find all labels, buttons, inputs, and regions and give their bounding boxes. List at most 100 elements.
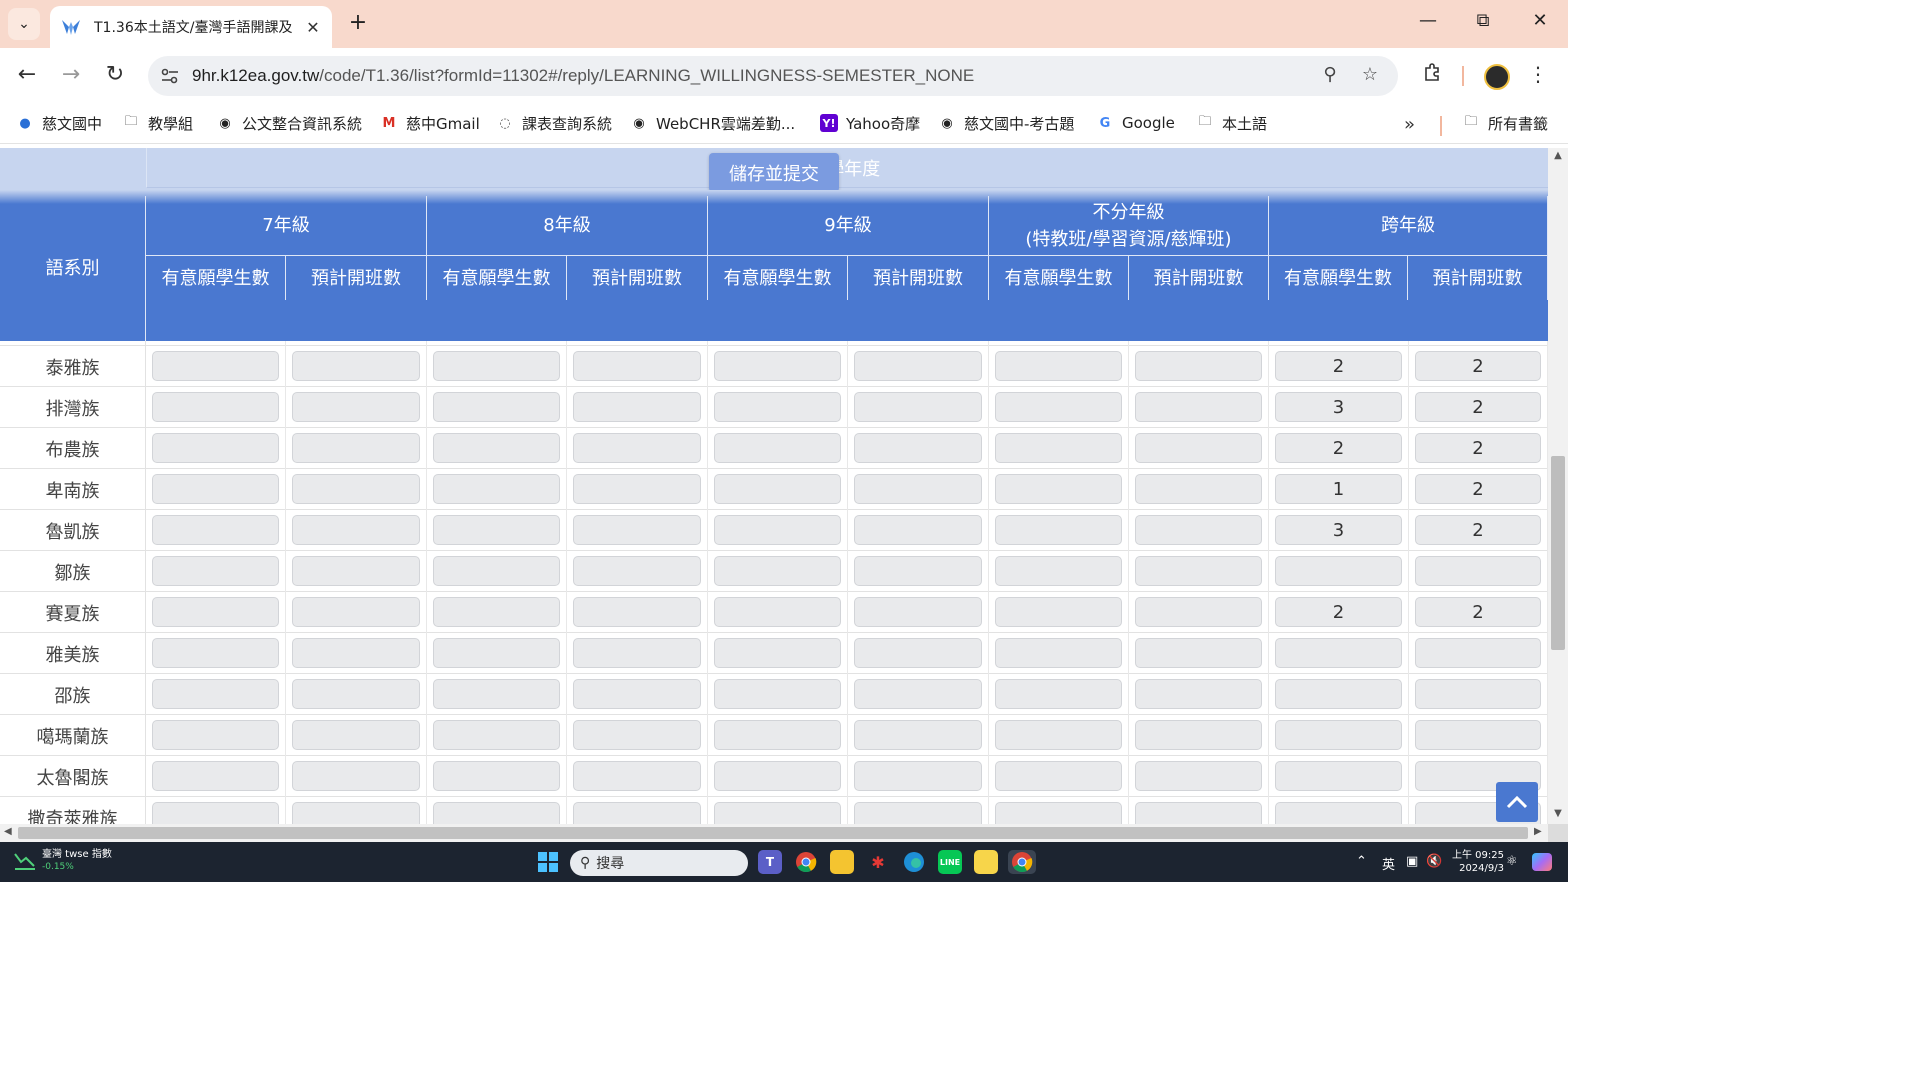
students-count-input[interactable] <box>152 515 279 545</box>
save-submit-button[interactable]: 儲存並提交 <box>709 153 839 192</box>
notification-bell-icon[interactable]: ⚛ <box>1506 854 1518 869</box>
students-count-input[interactable] <box>714 638 841 668</box>
students-count-input[interactable] <box>714 515 841 545</box>
classes-count-input[interactable] <box>1135 802 1262 824</box>
classes-count-input[interactable] <box>854 597 982 627</box>
bookmark-item[interactable]: ◉ 公文整合資訊系統 <box>216 112 362 134</box>
classes-count-input[interactable] <box>573 679 701 709</box>
classes-count-input[interactable] <box>292 556 420 586</box>
students-count-input[interactable] <box>714 433 841 463</box>
extensions-icon[interactable] <box>1418 62 1446 87</box>
network-icon[interactable]: ▣ <box>1406 854 1418 869</box>
address-bar[interactable]: 9hr.k12ea.gov.tw/code/T1.36/list?formId=… <box>148 56 1398 96</box>
classes-count-input[interactable] <box>1135 679 1262 709</box>
bookmark-folder[interactable]: 🗀 本土語 <box>1196 112 1267 134</box>
classes-count-input[interactable] <box>292 761 420 791</box>
all-bookmarks-folder[interactable]: 🗀 所有書籤 <box>1462 112 1548 134</box>
students-count-input[interactable] <box>1275 802 1402 824</box>
students-count-input[interactable] <box>995 515 1122 545</box>
more-bookmarks-icon[interactable]: » <box>1404 114 1415 135</box>
vertical-scroll-thumb[interactable] <box>1551 456 1565 650</box>
classes-count-input[interactable] <box>854 474 982 504</box>
close-tab-icon[interactable]: ✕ <box>304 18 322 37</box>
students-count-input[interactable] <box>1275 761 1402 791</box>
scroll-up-icon[interactable]: ▲ <box>1548 150 1568 161</box>
students-count-input[interactable] <box>152 433 279 463</box>
students-count-input[interactable] <box>152 597 279 627</box>
students-count-input[interactable] <box>995 638 1122 668</box>
classes-count-input[interactable] <box>573 392 701 422</box>
classes-count-input[interactable]: 2 <box>1415 351 1541 381</box>
bookmark-item[interactable]: M 慈中Gmail <box>380 112 480 134</box>
scroll-left-icon[interactable]: ◀ <box>4 826 12 837</box>
students-count-input[interactable] <box>152 761 279 791</box>
teams-icon[interactable]: T <box>758 850 782 874</box>
restore-icon[interactable]: ⧉ <box>1468 10 1498 31</box>
classes-count-input[interactable] <box>854 720 982 750</box>
reload-icon[interactable]: ↻ <box>100 62 130 87</box>
edge-icon[interactable] <box>902 850 926 874</box>
tray-overflow-icon[interactable]: ⌃ <box>1356 854 1367 869</box>
classes-count-input[interactable] <box>1415 556 1541 586</box>
students-count-input[interactable] <box>995 351 1122 381</box>
classes-count-input[interactable] <box>1135 392 1262 422</box>
students-count-input[interactable] <box>433 761 560 791</box>
bookmark-item[interactable]: ◉ WebCHR雲端差勤... <box>630 112 795 134</box>
classes-count-input[interactable] <box>1135 474 1262 504</box>
classes-count-input[interactable] <box>292 474 420 504</box>
close-window-icon[interactable]: ✕ <box>1525 10 1555 31</box>
students-count-input[interactable] <box>995 802 1122 824</box>
bookmark-star-icon[interactable]: ☆ <box>1358 64 1382 85</box>
classes-count-input[interactable] <box>573 515 701 545</box>
students-count-input[interactable] <box>433 556 560 586</box>
classes-count-input[interactable] <box>854 433 982 463</box>
students-count-input[interactable] <box>714 679 841 709</box>
students-count-input[interactable] <box>433 720 560 750</box>
students-count-input[interactable]: 3 <box>1275 392 1402 422</box>
site-settings-icon[interactable] <box>158 64 182 88</box>
students-count-input[interactable] <box>433 392 560 422</box>
classes-count-input[interactable] <box>1415 679 1541 709</box>
students-count-input[interactable] <box>433 515 560 545</box>
classes-count-input[interactable] <box>573 720 701 750</box>
classes-count-input[interactable] <box>854 638 982 668</box>
classes-count-input[interactable]: 2 <box>1415 474 1541 504</box>
file-explorer-icon[interactable] <box>830 850 854 874</box>
students-count-input[interactable] <box>714 761 841 791</box>
students-count-input[interactable] <box>995 679 1122 709</box>
students-count-input[interactable] <box>433 802 560 824</box>
classes-count-input[interactable] <box>573 638 701 668</box>
students-count-input[interactable] <box>995 556 1122 586</box>
students-count-input[interactable] <box>714 802 841 824</box>
classes-count-input[interactable] <box>1135 556 1262 586</box>
classes-count-input[interactable] <box>292 392 420 422</box>
students-count-input[interactable] <box>1275 638 1402 668</box>
students-count-input[interactable] <box>714 392 841 422</box>
bookmark-folder[interactable]: 🗀 教學組 <box>122 112 193 134</box>
students-count-input[interactable] <box>433 474 560 504</box>
students-count-input[interactable]: 2 <box>1275 597 1402 627</box>
students-count-input[interactable] <box>433 597 560 627</box>
bookmark-item[interactable]: ◉ 慈文國中-考古題 <box>938 112 1074 134</box>
horizontal-scrollbar[interactable]: ◀ ▶ <box>0 824 1548 842</box>
more-menu-icon[interactable]: ⋮ <box>1528 62 1548 86</box>
classes-count-input[interactable] <box>292 515 420 545</box>
acrobat-icon[interactable]: ✱ <box>866 850 890 874</box>
students-count-input[interactable]: 2 <box>1275 433 1402 463</box>
students-count-input[interactable] <box>152 802 279 824</box>
students-count-input[interactable] <box>995 761 1122 791</box>
students-count-input[interactable] <box>433 679 560 709</box>
zoom-icon[interactable]: ⚲ <box>1318 64 1342 85</box>
classes-count-input[interactable] <box>573 761 701 791</box>
classes-count-input[interactable] <box>292 679 420 709</box>
students-count-input[interactable] <box>1275 720 1402 750</box>
scroll-right-icon[interactable]: ▶ <box>1534 826 1542 837</box>
chrome-icon[interactable] <box>794 850 818 874</box>
students-count-input[interactable] <box>152 638 279 668</box>
bookmark-item[interactable]: ● 慈文國中 <box>16 112 102 134</box>
classes-count-input[interactable] <box>573 474 701 504</box>
clock[interactable]: 上午 09:25 2024/9/3 <box>1452 849 1504 875</box>
chrome-active-icon[interactable] <box>1008 850 1036 874</box>
students-count-input[interactable] <box>995 474 1122 504</box>
students-count-input[interactable] <box>433 433 560 463</box>
